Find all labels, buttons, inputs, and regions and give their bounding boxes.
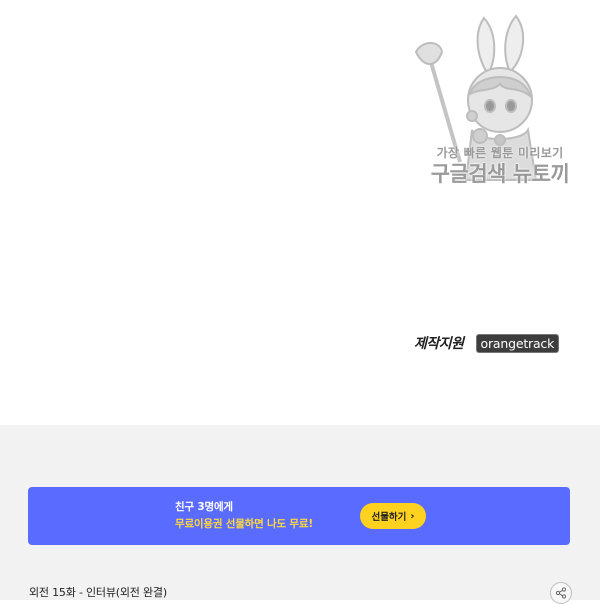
share-button[interactable]: [550, 582, 572, 604]
chevron-right-icon: ›: [410, 510, 415, 522]
gift-button[interactable]: 선물하기 ›: [360, 503, 426, 529]
promo-subline: 무료이용권 선물하면 나도 무료!: [175, 518, 313, 530]
credit-label: 제작지원: [414, 336, 464, 352]
orangetrack-logo: orangetrack: [475, 333, 560, 353]
promo-headline: 친구 3명에게: [175, 501, 233, 513]
share-icon: [555, 587, 567, 599]
watermark-site-name: 구글검색 뉴토끼: [430, 162, 570, 186]
episode-title: 외전 15화 - 인터뷰(외전 완결): [29, 586, 167, 599]
gift-promo-banner[interactable]: 친구 3명에게 무료이용권 선물하면 나도 무료! 선물하기 ›: [28, 487, 570, 545]
gift-button-label: 선물하기: [371, 512, 407, 523]
production-credit: 제작지원 orangetrack: [414, 333, 560, 353]
